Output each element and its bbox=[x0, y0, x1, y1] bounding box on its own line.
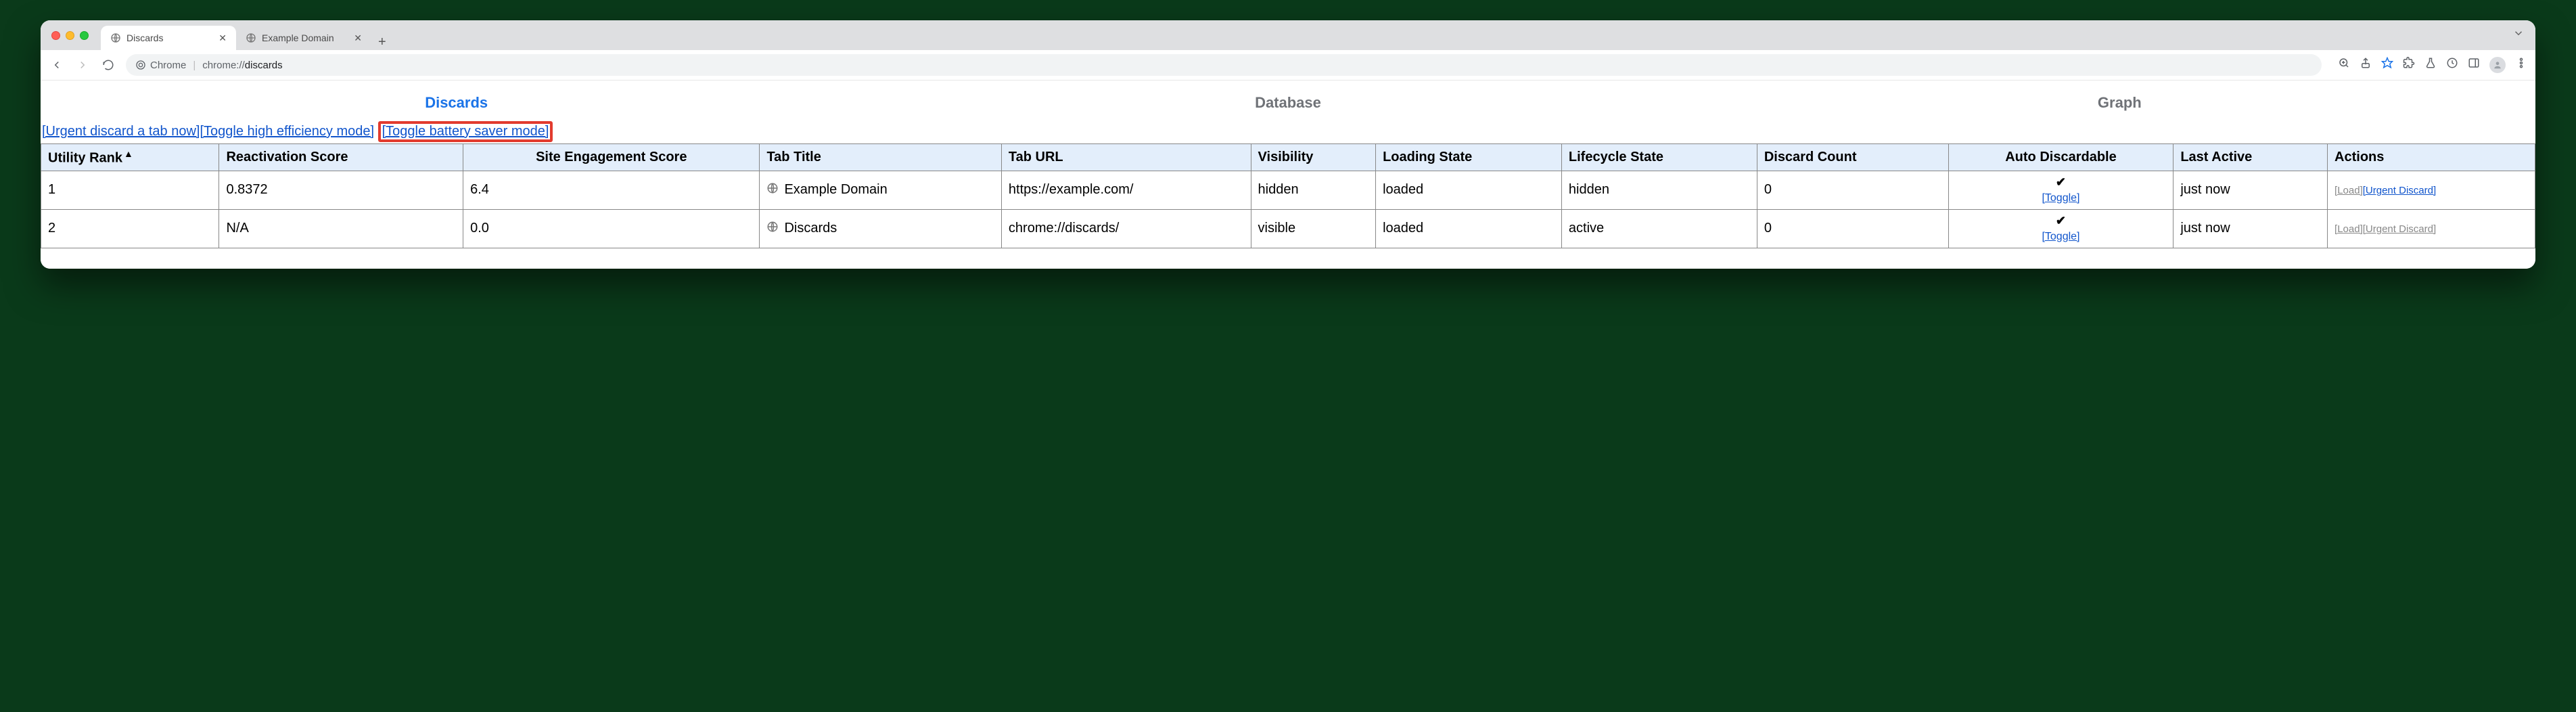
share-icon[interactable] bbox=[2360, 57, 2372, 73]
checkmark-icon: ✔ bbox=[1956, 175, 2167, 190]
col-reactivation-score[interactable]: Reactivation Score bbox=[219, 144, 463, 171]
cell-discard-count: 0 bbox=[1757, 171, 1948, 209]
reload-button[interactable] bbox=[100, 57, 116, 73]
cell-visibility: visible bbox=[1251, 209, 1376, 248]
cell-loading: loaded bbox=[1376, 209, 1562, 248]
browser-tab-discards[interactable]: Discards ✕ bbox=[101, 26, 236, 50]
zoom-icon[interactable] bbox=[2338, 57, 2350, 73]
cell-engagement: 0.0 bbox=[463, 209, 760, 248]
tab-title: Discards bbox=[127, 32, 163, 43]
col-tab-url[interactable]: Tab URL bbox=[1001, 144, 1251, 171]
sort-indicator: ▲ bbox=[124, 148, 133, 159]
maximize-window-button[interactable] bbox=[80, 31, 89, 40]
close-tab-icon[interactable]: ✕ bbox=[218, 32, 227, 44]
discards-table: Utility Rank▲ Reactivation Score Site En… bbox=[41, 143, 2535, 248]
page-content: Discards Database Graph [Urgent discard … bbox=[41, 81, 2535, 269]
omnibox-host: chrome:// bbox=[202, 60, 245, 71]
col-loading-state[interactable]: Loading State bbox=[1376, 144, 1562, 171]
cell-title: Discards bbox=[760, 209, 1001, 248]
browser-tab-example[interactable]: Example Domain ✕ bbox=[236, 26, 371, 50]
extensions-icon[interactable] bbox=[2403, 57, 2415, 73]
checkmark-icon: ✔ bbox=[1956, 214, 2167, 228]
toggle-high-efficiency-link[interactable]: [Toggle high efficiency mode] bbox=[200, 124, 374, 139]
sidepanel-icon[interactable] bbox=[2468, 57, 2480, 73]
col-auto-discardable[interactable]: Auto Discardable bbox=[1948, 144, 2174, 171]
urgent-discard-link[interactable]: [Urgent Discard] bbox=[2363, 185, 2436, 196]
toggle-auto-discardable-link[interactable]: [Toggle] bbox=[2042, 231, 2079, 242]
new-tab-button[interactable]: + bbox=[378, 35, 386, 50]
cell-url: https://example.com/ bbox=[1001, 171, 1251, 209]
cell-actions: [Load][Urgent Discard] bbox=[2328, 171, 2535, 209]
cell-reactivation: 0.8372 bbox=[219, 171, 463, 209]
chevron-down-icon[interactable] bbox=[2512, 27, 2525, 43]
cell-title-text: Discards bbox=[784, 221, 837, 236]
omnibox[interactable]: Chrome | chrome://discards bbox=[126, 54, 2322, 76]
load-link[interactable]: [Load] bbox=[2334, 185, 2363, 196]
col-last-active[interactable]: Last Active bbox=[2174, 144, 2328, 171]
cell-lifecycle: hidden bbox=[1561, 171, 1757, 209]
toolbar: Chrome | chrome://discards bbox=[41, 50, 2535, 81]
table-row: 1 0.8372 6.4 Example Domain https://exam… bbox=[41, 171, 2535, 209]
toggle-battery-saver-link[interactable]: [Toggle battery saver mode] bbox=[382, 124, 549, 139]
traffic-lights bbox=[51, 31, 89, 40]
col-actions[interactable]: Actions bbox=[2328, 144, 2535, 171]
page-nav: Discards Database Graph bbox=[41, 89, 2535, 121]
close-window-button[interactable] bbox=[51, 31, 60, 40]
cell-title-text: Example Domain bbox=[784, 182, 887, 198]
browser-window: Discards ✕ Example Domain ✕ + bbox=[41, 20, 2535, 269]
cell-rank: 2 bbox=[41, 209, 219, 248]
menu-icon[interactable] bbox=[2515, 57, 2527, 73]
cell-lifecycle: active bbox=[1561, 209, 1757, 248]
back-button[interactable] bbox=[49, 57, 65, 73]
toggle-auto-discardable-link[interactable]: [Toggle] bbox=[2042, 192, 2079, 204]
col-discard-count[interactable]: Discard Count bbox=[1757, 144, 1948, 171]
col-tab-title[interactable]: Tab Title bbox=[760, 144, 1001, 171]
table-row: 2 N/A 0.0 Discards chrome://discards/ vi… bbox=[41, 209, 2535, 248]
cell-last-active: just now bbox=[2174, 171, 2328, 209]
minimize-window-button[interactable] bbox=[66, 31, 74, 40]
forward-button[interactable] bbox=[74, 57, 91, 73]
load-link[interactable]: [Load] bbox=[2334, 223, 2363, 235]
cell-url: chrome://discards/ bbox=[1001, 209, 1251, 248]
globe-icon bbox=[110, 32, 121, 43]
cell-discard-count: 0 bbox=[1757, 209, 1948, 248]
col-site-engagement[interactable]: Site Engagement Score bbox=[463, 144, 760, 171]
close-tab-icon[interactable]: ✕ bbox=[354, 32, 362, 44]
cell-reactivation: N/A bbox=[219, 209, 463, 248]
omnibox-path: discards bbox=[245, 60, 283, 71]
chrome-icon: Chrome bbox=[135, 60, 186, 71]
toolbar-right-icons bbox=[2338, 57, 2527, 73]
col-lifecycle-state[interactable]: Lifecycle State bbox=[1561, 144, 1757, 171]
nav-graph[interactable]: Graph bbox=[1704, 89, 2535, 121]
cell-auto-discardable: ✔ [Toggle] bbox=[1948, 171, 2174, 209]
urgent-discard-link[interactable]: [Urgent discard a tab now] bbox=[42, 124, 200, 139]
top-action-links: [Urgent discard a tab now][Toggle high e… bbox=[41, 121, 2535, 142]
highlight-box: [Toggle battery saver mode] bbox=[378, 121, 553, 142]
cell-auto-discardable: ✔ [Toggle] bbox=[1948, 209, 2174, 248]
nav-discards[interactable]: Discards bbox=[41, 89, 872, 121]
cell-rank: 1 bbox=[41, 171, 219, 209]
globe-icon bbox=[766, 221, 779, 237]
cell-engagement: 6.4 bbox=[463, 171, 760, 209]
omnibox-scheme-label: Chrome bbox=[150, 60, 186, 71]
update-icon[interactable] bbox=[2446, 57, 2458, 73]
cell-visibility: hidden bbox=[1251, 171, 1376, 209]
labs-icon[interactable] bbox=[2424, 57, 2437, 73]
omnibox-separator: | bbox=[193, 60, 196, 71]
profile-avatar[interactable] bbox=[2489, 57, 2506, 73]
tab-title: Example Domain bbox=[262, 32, 334, 43]
browser-tabs: Discards ✕ Example Domain ✕ + bbox=[101, 20, 386, 50]
cell-actions: [Load][Urgent Discard] bbox=[2328, 209, 2535, 248]
globe-icon bbox=[766, 182, 779, 198]
bookmark-star-icon[interactable] bbox=[2381, 57, 2393, 73]
col-utility-rank[interactable]: Utility Rank▲ bbox=[41, 144, 219, 171]
cell-title: Example Domain bbox=[760, 171, 1001, 209]
cell-last-active: just now bbox=[2174, 209, 2328, 248]
nav-database[interactable]: Database bbox=[872, 89, 1703, 121]
globe-icon bbox=[246, 32, 256, 43]
urgent-discard-link[interactable]: [Urgent Discard] bbox=[2363, 223, 2436, 235]
cell-loading: loaded bbox=[1376, 171, 1562, 209]
col-visibility[interactable]: Visibility bbox=[1251, 144, 1376, 171]
titlebar: Discards ✕ Example Domain ✕ + bbox=[41, 20, 2535, 50]
